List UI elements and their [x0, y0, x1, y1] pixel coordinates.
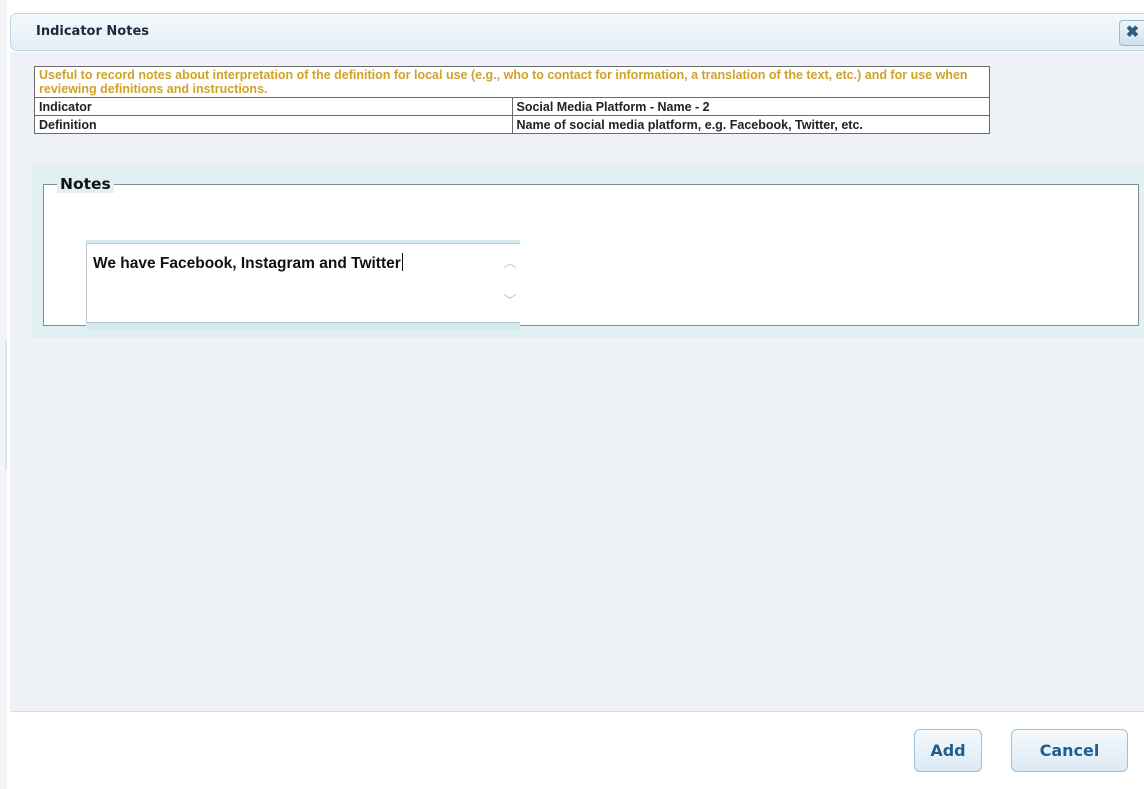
info-row-definition: Definition Name of social media platform… — [34, 115, 990, 134]
definition-label: Definition — [34, 115, 513, 134]
add-button[interactable]: Add — [914, 729, 982, 772]
close-icon: ✖ — [1125, 24, 1140, 41]
notes-fieldset: We have Facebook, Instagram and Twitter … — [43, 184, 1139, 330]
footer-divider — [10, 711, 1144, 712]
background-window-edge — [0, 0, 7, 789]
indicator-info-table: Useful to record notes about interpretat… — [34, 66, 990, 134]
dialog-titlebar: Indicator Notes — [10, 13, 1144, 51]
indicator-value: Social Media Platform - Name - 2 — [511, 97, 990, 116]
chevron-up-icon[interactable]: ︿ — [501, 254, 519, 272]
close-button[interactable]: ✖ — [1119, 20, 1144, 46]
notes-textarea-frame: We have Facebook, Instagram and Twitter … — [86, 240, 520, 330]
text-cursor — [401, 253, 403, 271]
notes-text: We have Facebook, Instagram and Twitter — [93, 255, 401, 272]
info-description-row: Useful to record notes about interpretat… — [34, 66, 990, 98]
cancel-button[interactable]: Cancel — [1011, 729, 1128, 772]
dialog-title: Indicator Notes — [36, 24, 149, 39]
info-description: Useful to record notes about interpretat… — [34, 66, 990, 98]
info-row-indicator: Indicator Social Media Platform - Name -… — [34, 97, 990, 116]
background-window-mark — [5, 340, 7, 470]
notes-textarea[interactable]: We have Facebook, Instagram and Twitter … — [86, 243, 520, 323]
indicator-label: Indicator — [34, 97, 513, 116]
dialog-content: Useful to record notes about interpretat… — [10, 52, 1144, 711]
definition-value: Name of social media platform, e.g. Face… — [511, 115, 990, 134]
chevron-down-icon[interactable]: ﹀ — [501, 292, 519, 310]
notes-legend: Notes — [57, 175, 114, 193]
notes-panel: We have Facebook, Instagram and Twitter … — [32, 165, 1144, 338]
indicator-notes-dialog: Indicator Notes ✖ Useful to record notes… — [0, 0, 1144, 789]
